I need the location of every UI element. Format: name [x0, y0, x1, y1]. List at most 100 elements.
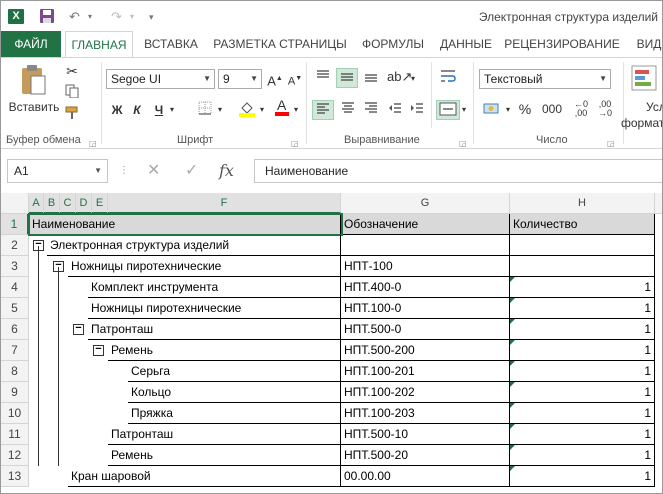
- column-header-b[interactable]: B: [44, 193, 60, 214]
- borders-icon[interactable]: [196, 101, 214, 120]
- copy-icon[interactable]: [63, 84, 81, 103]
- name-box[interactable]: A1 ▼: [7, 159, 108, 183]
- item-qty-cell[interactable]: 1: [510, 466, 655, 487]
- font-color-dropdown-icon[interactable]: ▾: [291, 101, 301, 119]
- number-launcher-icon[interactable]: ◲: [607, 135, 615, 153]
- column-header-g[interactable]: G: [341, 193, 510, 214]
- row-header-9[interactable]: 9: [1, 382, 29, 403]
- borders-dropdown-icon[interactable]: ▾: [215, 101, 225, 119]
- item-name-cell[interactable]: Ножницы пиротехнические: [68, 256, 341, 277]
- item-code-cell[interactable]: [341, 235, 510, 256]
- align-right-icon[interactable]: [361, 100, 381, 120]
- tab-data[interactable]: ДАННЫЕ: [435, 31, 497, 57]
- tab-view[interactable]: ВИД: [629, 31, 662, 57]
- item-qty-cell[interactable]: 1: [510, 319, 655, 340]
- percent-button[interactable]: %: [515, 100, 535, 118]
- column-header-d[interactable]: D: [76, 193, 92, 214]
- align-bottom-icon[interactable]: [361, 68, 381, 88]
- undo-icon[interactable]: ↶: [69, 8, 80, 26]
- row-header-12[interactable]: 12: [1, 445, 29, 466]
- fill-dropdown-icon[interactable]: ▾: [257, 101, 267, 119]
- orientation-icon[interactable]: ab↗: [387, 68, 412, 88]
- item-name-cell[interactable]: Кольцо: [128, 382, 341, 403]
- number-format-select[interactable]: Текстовый ▼: [479, 69, 611, 89]
- thousands-button[interactable]: 000: [539, 100, 565, 118]
- item-qty-cell[interactable]: 1: [510, 382, 655, 403]
- row-header-2[interactable]: 2: [1, 235, 29, 256]
- item-qty-cell[interactable]: 1: [510, 361, 655, 382]
- formula-input[interactable]: Наименование: [254, 159, 662, 183]
- item-code-cell[interactable]: НПТ.100-201: [341, 361, 510, 382]
- redo-icon[interactable]: ↷: [111, 8, 122, 26]
- row-header-10[interactable]: 10: [1, 403, 29, 424]
- italic-button[interactable]: К: [129, 101, 145, 119]
- increase-decimal-icon[interactable]: ←0,00: [571, 100, 591, 118]
- item-code-cell[interactable]: НПТ.400-0: [341, 277, 510, 298]
- row-header-4[interactable]: 4: [1, 277, 29, 298]
- format-painter-icon[interactable]: [63, 106, 81, 125]
- cancel-icon[interactable]: ✕: [147, 159, 160, 183]
- tab-review[interactable]: РЕЦЕНЗИРОВАНИЕ: [503, 31, 621, 57]
- item-code-cell[interactable]: НПТ.500-10: [341, 424, 510, 445]
- currency-dropdown-icon[interactable]: ▾: [503, 101, 513, 119]
- underline-dropdown-icon[interactable]: ▾: [167, 101, 177, 119]
- item-code-cell[interactable]: НПТ.500-0: [341, 319, 510, 340]
- item-qty-cell[interactable]: 1: [510, 445, 655, 466]
- wrap-text-icon[interactable]: [437, 68, 459, 88]
- row-header-11[interactable]: 11: [1, 424, 29, 445]
- item-name-cell[interactable]: Серьга: [128, 361, 341, 382]
- increase-indent-icon[interactable]: [407, 100, 427, 120]
- conditional-format-label-2[interactable]: формат: [621, 114, 662, 132]
- scissors-icon[interactable]: ✂: [63, 62, 81, 80]
- decrease-font-icon[interactable]: A▼: [287, 70, 303, 91]
- enter-icon[interactable]: ✓: [185, 159, 198, 183]
- item-name-cell[interactable]: Ножницы пиротехнические: [88, 298, 341, 319]
- item-name-cell[interactable]: Электронная структура изделий: [47, 235, 341, 256]
- item-qty-cell[interactable]: 1: [510, 277, 655, 298]
- font-launcher-icon[interactable]: ◲: [291, 135, 299, 153]
- item-qty-cell[interactable]: [510, 256, 655, 277]
- select-all-corner[interactable]: [1, 193, 29, 214]
- font-size-select[interactable]: 9 ▼: [218, 69, 262, 89]
- align-middle-icon[interactable]: [336, 68, 358, 88]
- fill-color-icon[interactable]: [237, 99, 257, 122]
- item-code-cell[interactable]: НПТ-100: [341, 256, 510, 277]
- row-header-13[interactable]: 13: [1, 466, 29, 487]
- column-header-a[interactable]: A: [29, 193, 44, 214]
- save-icon[interactable]: [39, 8, 55, 26]
- font-color-icon[interactable]: A: [273, 97, 291, 122]
- align-center-icon[interactable]: [338, 100, 358, 120]
- column-header-h[interactable]: H: [510, 193, 655, 214]
- item-code-cell[interactable]: 00.00.00: [341, 466, 510, 487]
- clipboard-launcher-icon[interactable]: ◲: [89, 135, 97, 153]
- orientation-dropdown-icon[interactable]: ▾: [408, 70, 418, 88]
- row-header-5[interactable]: 5: [1, 298, 29, 319]
- bold-button[interactable]: Ж: [109, 101, 125, 119]
- item-code-cell[interactable]: НПТ.100-0: [341, 298, 510, 319]
- undo-dropdown-icon[interactable]: ▾: [88, 8, 92, 26]
- alignment-launcher-icon[interactable]: ◲: [459, 135, 467, 153]
- row-header-8[interactable]: 8: [1, 361, 29, 382]
- column-header-c[interactable]: C: [60, 193, 76, 214]
- row-header-1[interactable]: 1: [1, 214, 29, 235]
- header-quantity-cell[interactable]: Количество: [510, 214, 655, 235]
- merge-dropdown-icon[interactable]: ▾: [459, 101, 469, 119]
- collapse-toggle-icon[interactable]: −: [73, 323, 84, 335]
- underline-button[interactable]: Ч: [151, 101, 167, 119]
- item-qty-cell[interactable]: 1: [510, 424, 655, 445]
- item-qty-cell[interactable]: [510, 235, 655, 256]
- tab-home[interactable]: ГЛАВНАЯ: [65, 31, 133, 58]
- tab-page-layout[interactable]: РАЗМЕТКА СТРАНИЦЫ: [209, 31, 351, 57]
- merge-center-icon[interactable]: [436, 100, 460, 120]
- item-name-cell[interactable]: Ремень: [108, 340, 341, 361]
- item-name-cell[interactable]: Кран шаровой: [68, 466, 341, 487]
- item-qty-cell[interactable]: 1: [510, 298, 655, 319]
- item-code-cell[interactable]: НПТ.500-200: [341, 340, 510, 361]
- conditional-format-icon[interactable]: [629, 64, 659, 94]
- paste-icon[interactable]: [15, 64, 51, 98]
- row-header-7[interactable]: 7: [1, 340, 29, 361]
- column-header-f[interactable]: F: [108, 193, 341, 214]
- formula-bar-handle-icon[interactable]: ⋮: [119, 159, 129, 183]
- item-code-cell[interactable]: НПТ.100-202: [341, 382, 510, 403]
- align-top-icon[interactable]: [313, 68, 333, 88]
